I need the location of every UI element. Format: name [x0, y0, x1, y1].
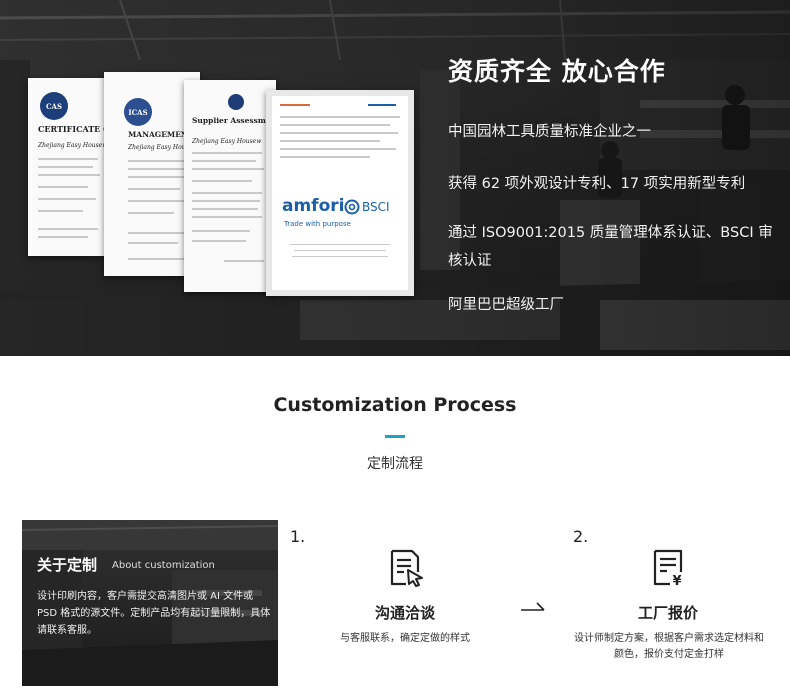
about-title: 关于定制 [37, 556, 98, 574]
hero-line-standard: 中国园林工具质量标准企业之一 [448, 124, 651, 140]
process-header: Customization Process 定制流程 [0, 356, 790, 520]
hero-line-certification: 通过 ISO9001:2015 质量管理体系认证、BSCI 审核认证 [448, 225, 773, 269]
amfori-brand: amfori [282, 196, 345, 216]
certificate-heading: Supplier Assessm [192, 116, 266, 125]
hero-text-block: 资质齐全 放心合作 中国园林工具质量标准企业之一 获得 62 项外观设计专利、1… [448, 56, 778, 313]
arrow-right-icon [521, 602, 545, 611]
certificate-company: Zhejiang Easy Housew [38, 142, 108, 149]
amfori-logo-icon [344, 199, 360, 215]
document-price-icon: ¥ [653, 549, 683, 588]
amfori-bsci-label: BSCI [362, 200, 390, 214]
icas-seal-icon: ICAS [124, 98, 152, 126]
cas-seal-icon: CAS [40, 92, 68, 120]
step-1-number: 1. [290, 527, 306, 546]
about-customization-panel: 关于定制 About customization 设计印刷内容，客户需提交高清图… [22, 520, 278, 686]
hero-banner: CAS CERTIFICATE OF I Zhejiang Easy House… [0, 0, 790, 356]
process-subtitle: 定制流程 [367, 456, 423, 472]
step-2-title: 工厂报价 [637, 604, 698, 622]
step-2-number: 2. [573, 527, 589, 546]
certificate-amfori-bsci: amfori BSCI Trade with purpose [266, 90, 414, 296]
step-1-title: 沟通洽谈 [374, 604, 435, 622]
about-title-en: About customization [112, 560, 215, 571]
title-accent-bar [385, 435, 405, 438]
hero-line-patents: 获得 62 项外观设计专利、17 项实用新型专利 [448, 176, 746, 192]
certificate-company: Zhejiang Easy Housew [192, 138, 262, 145]
certificate-cas: CAS CERTIFICATE OF I Zhejiang Easy House… [28, 78, 110, 256]
hero-title: 资质齐全 放心合作 [448, 57, 666, 86]
supplier-seal-icon [228, 94, 244, 110]
step-2-description: 设计师制定方案，根据客户需求选定材料和颜色，报价支付定金打样 [574, 633, 764, 660]
step-1-description: 与客服联系，确定定做的样式 [340, 633, 470, 644]
certificate-supplier-assessment: Supplier Assessm Zhejiang Easy Housew [184, 80, 276, 292]
process-title: Customization Process [273, 394, 517, 416]
svg-text:¥: ¥ [672, 574, 681, 588]
amfori-tagline: Trade with purpose [284, 220, 351, 228]
hero-line-alibaba: 阿里巴巴超级工厂 [448, 297, 564, 313]
certificate-heading: CERTIFICATE OF I [38, 124, 110, 134]
about-description: 设计印刷内容，客户需提交高清图片或 AI 文件或 PSD 格式的源文件。定制产品… [37, 591, 271, 636]
document-edit-icon [390, 549, 423, 587]
